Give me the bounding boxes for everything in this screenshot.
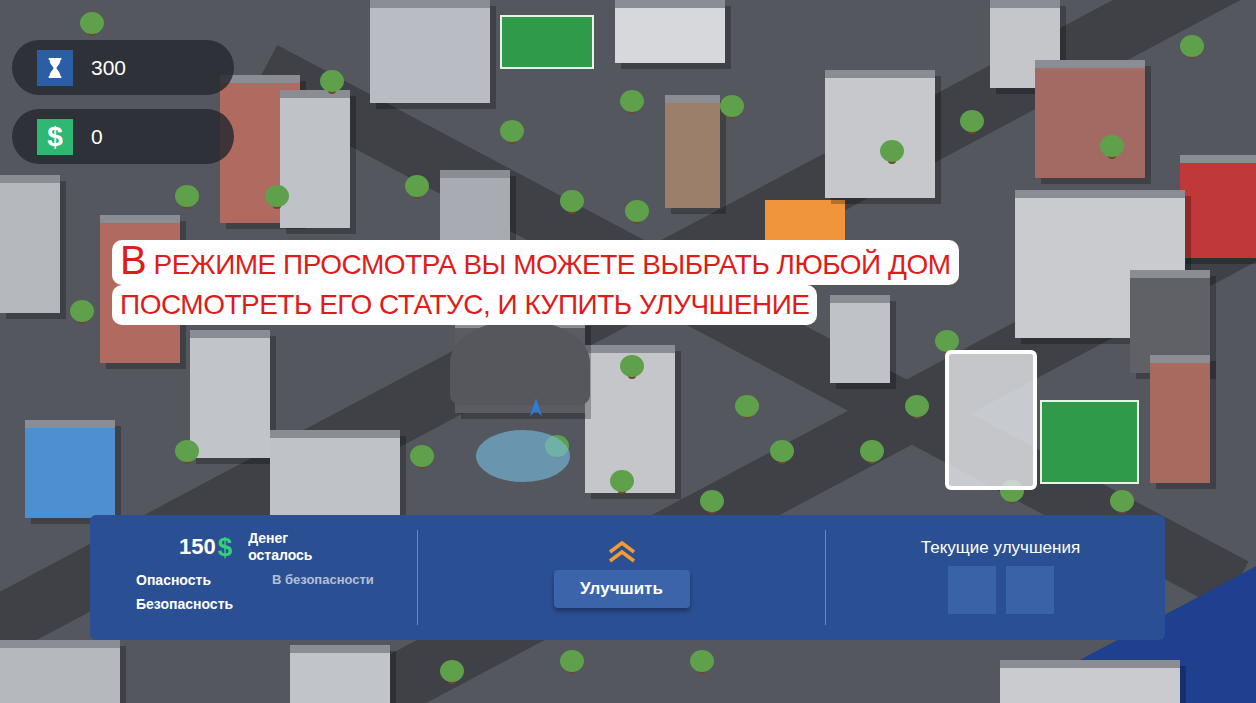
building[interactable] [1180, 155, 1256, 258]
current-upgrades: Текущие улучшения [826, 530, 1165, 625]
tree [175, 440, 199, 462]
stat-row: Безопасность [136, 596, 417, 612]
tree [320, 70, 344, 92]
building[interactable] [615, 0, 725, 63]
tree [690, 650, 714, 672]
money-amount: 150 [179, 534, 216, 560]
upgrade-button[interactable]: Улучшить [554, 570, 690, 608]
dollar-icon: $ [37, 119, 73, 155]
tree [700, 490, 724, 512]
player-arrow-icon [530, 398, 542, 416]
tree [80, 12, 104, 34]
current-upgrades-title: Текущие улучшения [921, 538, 1080, 558]
basketball-court [765, 200, 845, 240]
tree [410, 445, 434, 467]
tree [720, 95, 744, 117]
upgrade-column: Улучшить [418, 530, 826, 625]
tree [560, 190, 584, 212]
building[interactable] [0, 640, 120, 703]
building[interactable] [0, 175, 60, 313]
tree [860, 440, 884, 462]
building[interactable] [25, 420, 115, 518]
caption-line: ПОСМОТРЕТЬ ЕГО СТАТУС, И КУПИТЬ УЛУЧШЕНИ… [112, 285, 817, 325]
money-left: 150$ Денег осталось [136, 530, 417, 564]
building[interactable] [665, 95, 720, 208]
tree [735, 395, 759, 417]
building[interactable] [1000, 660, 1180, 703]
status-column: 150$ Денег осталосьОпасность В безопасност… [90, 530, 418, 625]
tree [880, 140, 904, 162]
building[interactable] [370, 0, 490, 103]
currency-sign: $ [218, 532, 232, 563]
money-label: Денег осталось [248, 530, 328, 564]
time-value: 300 [91, 56, 126, 80]
stat-label: Опасность [136, 572, 246, 588]
tree [625, 200, 649, 222]
tutorial-caption: В РЕЖИМЕ ПРОСМОТРА ВЫ МОЖЕТЕ ВЫБРАТЬ ЛЮБ… [112, 240, 959, 325]
building[interactable] [825, 70, 935, 198]
stat-label: Безопасность [136, 596, 246, 612]
building[interactable] [270, 430, 400, 528]
tree [500, 120, 524, 142]
stat-value: В безопасности [272, 572, 374, 588]
tree [935, 330, 959, 352]
tree [560, 650, 584, 672]
tree [905, 395, 929, 417]
rotunda-building[interactable] [450, 320, 590, 405]
tree [960, 110, 984, 132]
time-counter: 300 [12, 40, 234, 95]
tree [1180, 35, 1204, 57]
football-field [1040, 400, 1139, 484]
upgrade-slot[interactable] [948, 566, 996, 614]
player-marker [476, 430, 570, 482]
building-panel: 150$ Денег осталосьОпасность В безопасност… [90, 515, 1165, 640]
building[interactable] [1150, 355, 1210, 483]
stat-row: Опасность В безопасности [136, 572, 417, 588]
building[interactable] [830, 295, 890, 383]
hud: 300 $0 [12, 40, 234, 164]
building[interactable] [190, 330, 270, 458]
tree [265, 185, 289, 207]
tree [440, 660, 464, 682]
game-screen: 300 $0 В РЕЖИМЕ ПРОСМОТРА ВЫ МОЖЕТЕ ВЫБРАТ… [0, 0, 1256, 703]
selected-building[interactable] [945, 350, 1037, 490]
caption-line: В РЕЖИМЕ ПРОСМОТРА ВЫ МОЖЕТЕ ВЫБРАТЬ ЛЮБ… [112, 240, 959, 285]
upgrade-slot[interactable] [1006, 566, 1054, 614]
money-value: 0 [91, 125, 103, 149]
tree [405, 175, 429, 197]
building[interactable] [1035, 60, 1145, 178]
building[interactable] [290, 645, 390, 703]
tree [620, 355, 644, 377]
money-counter: $0 [12, 109, 234, 164]
tree [610, 470, 634, 492]
tree [1110, 490, 1134, 512]
tree [175, 185, 199, 207]
tree [1100, 135, 1124, 157]
double-chevron-up-icon [607, 540, 637, 564]
hourglass-icon [37, 50, 73, 86]
tree [70, 300, 94, 322]
building[interactable] [280, 90, 350, 228]
football-field [500, 15, 594, 69]
tree [620, 90, 644, 112]
tree [770, 440, 794, 462]
